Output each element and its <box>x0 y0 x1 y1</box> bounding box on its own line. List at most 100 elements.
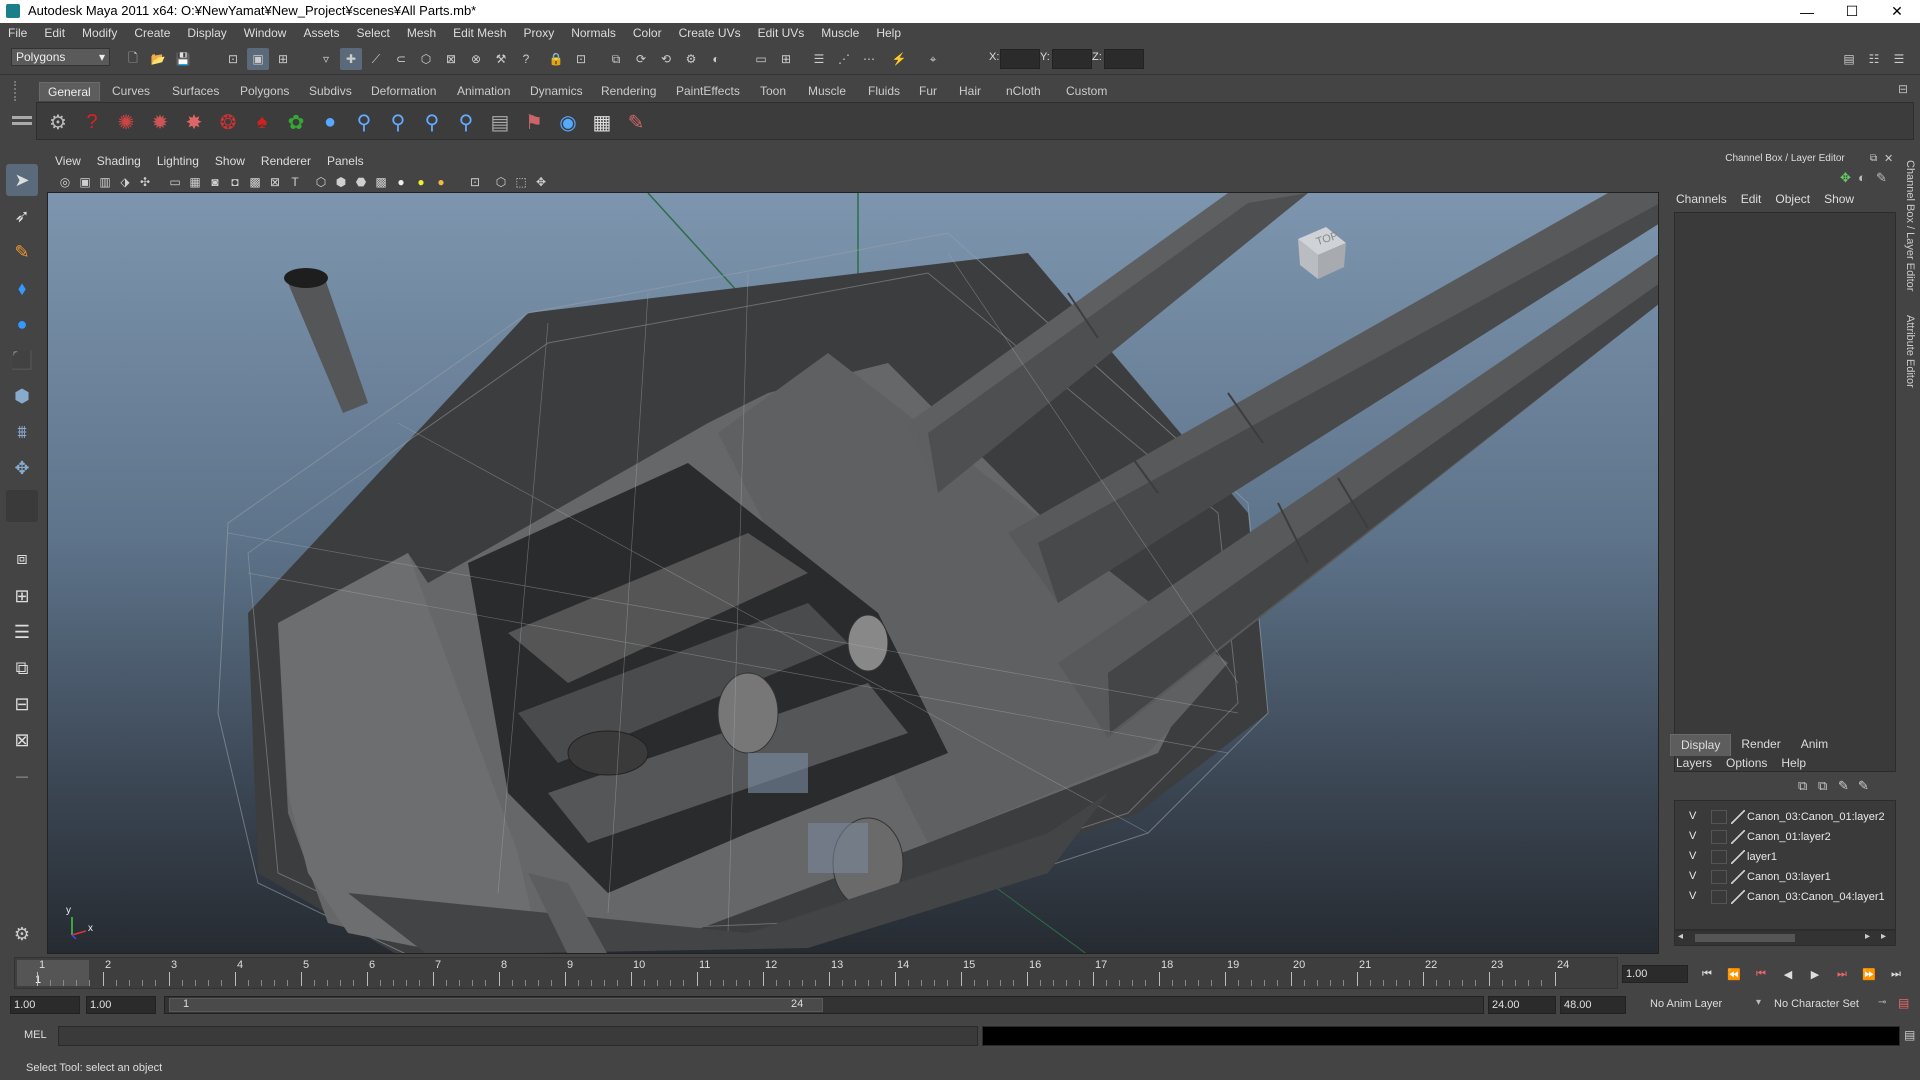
cb-show-menu[interactable]: Show <box>1824 192 1854 206</box>
command-language-label[interactable]: MEL <box>24 1029 47 1041</box>
shelf-tab-toon[interactable]: Toon <box>752 82 794 101</box>
layer-visibility-toggle[interactable]: V <box>1689 870 1696 882</box>
z-field[interactable] <box>1104 49 1144 69</box>
current-time-field[interactable]: 1.00 <box>1622 965 1688 983</box>
light-default-icon[interactable]: ● <box>393 174 409 190</box>
maximize-button[interactable]: ☐ <box>1829 0 1875 23</box>
go-to-end-icon[interactable]: ⏭ <box>1886 965 1906 983</box>
deform-sculpt-icon[interactable]: ✸ <box>179 107 209 137</box>
menu-select[interactable]: Select <box>356 26 389 40</box>
shelf-tab-rendering[interactable]: Rendering <box>593 82 664 101</box>
menu-muscle[interactable]: Muscle <box>821 26 859 40</box>
snap-grid-icon[interactable]: ✚ <box>340 48 362 70</box>
layout-single-perspective-icon[interactable]: ⧈ <box>6 542 38 574</box>
menu-window[interactable]: Window <box>244 26 287 40</box>
snap-live-icon[interactable]: ⊠ <box>440 48 462 70</box>
paint-brush-icon[interactable]: ✎ <box>621 107 651 137</box>
menu-proxy[interactable]: Proxy <box>524 26 555 40</box>
graph-editor-icon[interactable]: ⋰ <box>833 48 855 70</box>
step-forward-key-icon[interactable]: ⏭ <box>1832 965 1852 983</box>
light-shadow-icon[interactable]: ● <box>433 174 449 190</box>
select-tool-icon[interactable]: ➤ <box>6 164 38 196</box>
layer-type-toggle[interactable] <box>1711 830 1727 844</box>
bookmark-icon[interactable]: ▥ <box>97 174 113 190</box>
layer-row[interactable]: V layer1 <box>1675 847 1895 867</box>
show-manip-icon[interactable]: ✥ <box>6 452 38 484</box>
view-cube[interactable]: TOP <box>1288 221 1350 283</box>
step-back-icon[interactable]: ⏪ <box>1724 965 1744 983</box>
layer-visibility-toggle[interactable]: V <box>1689 830 1696 842</box>
shelf-tab-animation[interactable]: Animation <box>449 82 518 101</box>
open-scene-icon[interactable]: 📂 <box>147 48 169 70</box>
shelf-tab-subdivs[interactable]: Subdivs <box>301 82 360 101</box>
menu-create[interactable]: Create <box>134 26 170 40</box>
step-forward-icon[interactable]: ⏩ <box>1859 965 1879 983</box>
playback-end-field[interactable]: 24.00 <box>1488 996 1556 1014</box>
x-field[interactable] <box>1000 49 1040 69</box>
new-scene-icon[interactable]: 🗋 <box>122 48 144 70</box>
ik-handle-icon[interactable]: ⚲ <box>383 107 413 137</box>
shelf-menu-icon[interactable] <box>12 102 32 140</box>
shelf-tab-fluids[interactable]: Fluids <box>860 82 908 101</box>
menu-create-uvs[interactable]: Create UVs <box>679 26 741 40</box>
y-field[interactable] <box>1052 49 1092 69</box>
minimize-button[interactable]: — <box>1784 0 1830 23</box>
layer-color-icon[interactable] <box>1731 850 1745 864</box>
menu-display[interactable]: Display <box>187 26 226 40</box>
manipulator-tool-icon[interactable]: ⬢ <box>6 380 38 412</box>
play-forward-icon[interactable]: ▶ <box>1805 965 1825 983</box>
gear-icon[interactable]: ⚙ <box>43 107 73 137</box>
xray-joints-icon[interactable]: ⬚ <box>513 174 529 190</box>
layer-move-down-icon[interactable]: ✎ <box>1858 778 1869 794</box>
cb-edit-menu[interactable]: Edit <box>1741 192 1762 206</box>
command-input[interactable] <box>58 1026 978 1046</box>
snap-plane-icon[interactable]: ⬡ <box>415 48 437 70</box>
input-output-icon[interactable]: ⊡ <box>570 48 592 70</box>
xray-icon[interactable]: ⬡ <box>493 174 509 190</box>
animation-start-field[interactable]: 1.00 <box>10 996 80 1014</box>
render-layer-icon[interactable]: ◉ <box>553 107 583 137</box>
script-editor-icon[interactable]: ⚡ <box>888 48 910 70</box>
panel-menu-renderer[interactable]: Renderer <box>261 154 311 168</box>
menu-edit-mesh[interactable]: Edit Mesh <box>453 26 506 40</box>
shelf-tab-curves[interactable]: Curves <box>104 82 158 101</box>
layer-row[interactable]: V Canon_03:Canon_04:layer1 <box>1675 887 1895 907</box>
layer-type-toggle[interactable] <box>1711 890 1727 904</box>
film-gate-icon[interactable]: ▭ <box>167 174 183 190</box>
menu-normals[interactable]: Normals <box>571 26 616 40</box>
select-component-icon[interactable]: ⊞ <box>272 48 294 70</box>
isolate-select-icon[interactable]: ⊡ <box>467 174 483 190</box>
tool-settings-toggle-icon[interactable]: ☷ <box>1863 48 1885 70</box>
last-tool-icon[interactable] <box>6 490 38 522</box>
transform-mode-icon[interactable]: ⌖ <box>922 48 944 70</box>
layer-visibility-toggle[interactable]: V <box>1689 810 1696 822</box>
save-scene-icon[interactable]: 💾 <box>172 48 194 70</box>
ipr-render-icon[interactable]: ⟲ <box>655 48 677 70</box>
shelf-tab-muscle[interactable]: Muscle <box>800 82 854 101</box>
new-layer-selected-icon[interactable]: ⧉ <box>1818 778 1827 794</box>
chevron-down-icon[interactable]: ▾ <box>1756 997 1761 1008</box>
menu-file[interactable]: File <box>8 26 27 40</box>
panel-menu-lighting[interactable]: Lighting <box>157 154 199 168</box>
filter-icon[interactable]: ▿ <box>315 48 337 70</box>
layout-outliner-icon[interactable]: ☰ <box>6 616 38 648</box>
layout-graph-icon[interactable]: ⧉ <box>6 652 38 684</box>
time-ruler[interactable]: 1 1 2 3 4 5 6 7 8 9 10 11 12 13 14 15 16 17 18 19 20 21 22 23 2… <box>14 957 1618 989</box>
help-icon[interactable]: ? <box>515 48 537 70</box>
soft-mod-icon[interactable]: ⩩ <box>6 416 38 448</box>
snap-point-icon[interactable]: ⊂ <box>390 48 412 70</box>
step-back-key-icon[interactable]: ⏮ <box>1751 965 1771 983</box>
move-tool-icon[interactable]: ⬧ <box>6 272 38 304</box>
gate-mask-icon[interactable]: ◙ <box>207 174 223 190</box>
layer-type-toggle[interactable] <box>1711 850 1727 864</box>
layout-hypershade-icon[interactable]: ⊟ <box>6 688 38 720</box>
layer-tab-render[interactable]: Render <box>1731 734 1790 756</box>
animation-end-field[interactable]: 48.00 <box>1560 996 1626 1014</box>
texture-icon[interactable]: ▦ <box>587 107 617 137</box>
menu-edit[interactable]: Edit <box>44 26 65 40</box>
new-layer-empty-icon[interactable]: ⧉ <box>1798 778 1807 794</box>
layer-color-icon[interactable] <box>1731 830 1745 844</box>
scroll-thumb[interactable] <box>1695 934 1795 942</box>
resolution-gate-icon[interactable]: ▦ <box>187 174 203 190</box>
close-button[interactable]: ✕ <box>1874 0 1920 23</box>
